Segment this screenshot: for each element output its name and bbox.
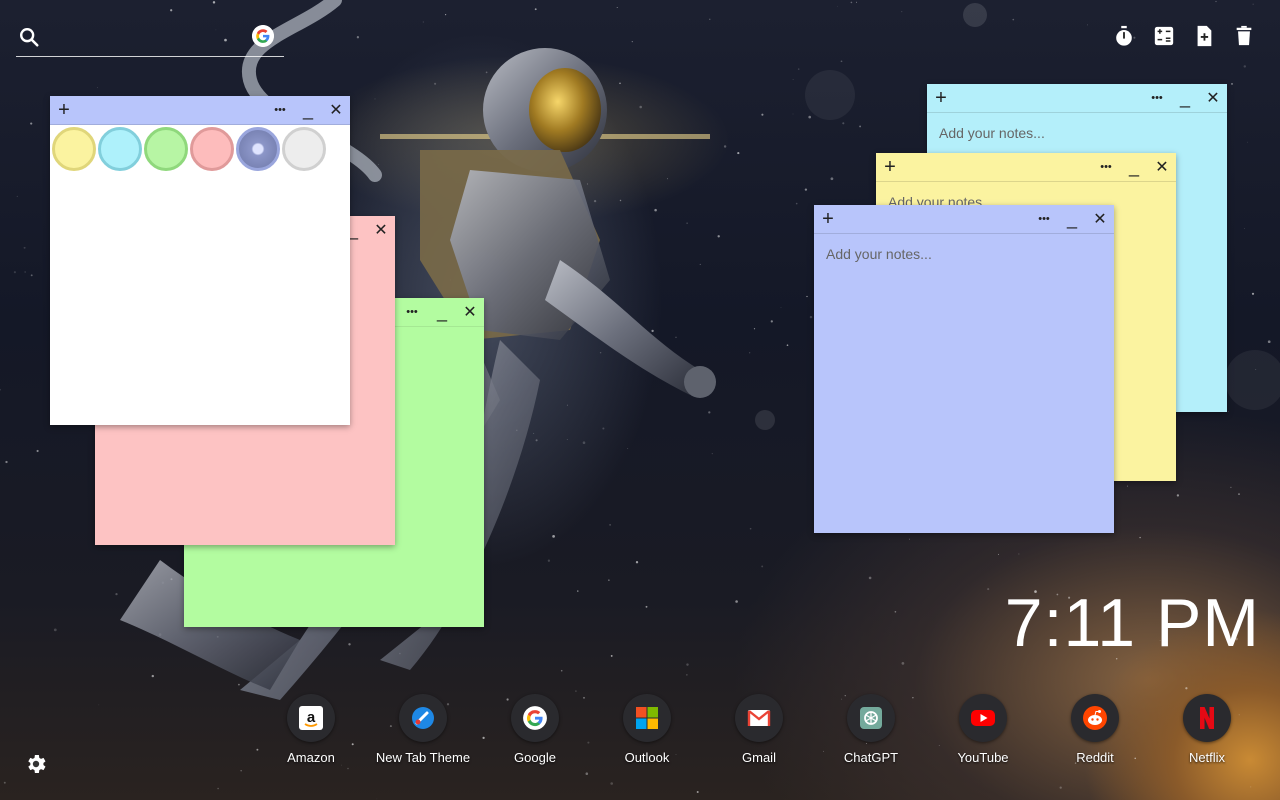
- netflix-icon: [1183, 694, 1231, 742]
- color-swatch-periwinkle[interactable]: [236, 127, 280, 171]
- note-header: + ••• _ ✕: [927, 84, 1227, 113]
- note-add-button[interactable]: +: [816, 205, 840, 233]
- shortcut-gmail[interactable]: Gmail: [703, 694, 815, 765]
- shortcut-youtube[interactable]: YouTube: [927, 694, 1039, 765]
- note-header: + ••• _ ✕: [814, 205, 1114, 234]
- amazon-icon: a: [287, 694, 335, 742]
- google-search-icon[interactable]: [252, 25, 274, 47]
- shortcut-reddit[interactable]: Reddit: [1039, 694, 1151, 765]
- note-text-area[interactable]: [814, 234, 1114, 524]
- note-add-button[interactable]: +: [878, 153, 902, 181]
- note-menu-button[interactable]: •••: [400, 298, 424, 326]
- youtube-icon: [959, 694, 1007, 742]
- shortcut-label: Gmail: [742, 750, 776, 765]
- note-minimize-button[interactable]: _: [1122, 153, 1146, 181]
- note-menu-button[interactable]: •••: [1094, 153, 1118, 181]
- color-swatch-green[interactable]: [144, 127, 188, 171]
- note-minimize-button[interactable]: _: [296, 96, 320, 124]
- note-minimize-button[interactable]: _: [1060, 205, 1084, 233]
- note-minimize-button[interactable]: _: [1173, 84, 1197, 112]
- timer-icon[interactable]: [1112, 24, 1136, 48]
- clock: 7:11 PM: [1004, 585, 1260, 661]
- note-input[interactable]: [824, 244, 1108, 518]
- note-close-button[interactable]: ✕: [369, 216, 393, 244]
- chatgpt-icon: [847, 694, 895, 742]
- note-close-button[interactable]: ✕: [458, 298, 482, 326]
- shortcut-label: ChatGPT: [843, 750, 899, 765]
- shortcut-label: Netflix: [1188, 750, 1226, 765]
- shortcut-google[interactable]: Google: [479, 694, 591, 765]
- color-swatch-pink[interactable]: [190, 127, 234, 171]
- note-add-button[interactable]: +: [52, 96, 76, 124]
- add-note-icon[interactable]: [1192, 24, 1216, 48]
- search-bar: [16, 22, 284, 57]
- shortcut-label: YouTube: [957, 750, 1009, 765]
- color-palette: [50, 125, 350, 171]
- shortcut-label: Amazon: [287, 750, 335, 765]
- note-close-button[interactable]: ✕: [1088, 205, 1112, 233]
- note-add-button[interactable]: +: [929, 84, 953, 112]
- note-menu-button[interactable]: •••: [268, 96, 292, 124]
- sticky-note-periwinkle[interactable]: + ••• _ ✕: [814, 205, 1114, 533]
- gear-icon: [28, 755, 46, 773]
- shortcuts-dock: a Amazon New Tab Theme Google Outlook Gm…: [255, 694, 1265, 774]
- search-icon[interactable]: [18, 26, 40, 48]
- svg-text:a: a: [307, 709, 316, 726]
- sticky-note-white[interactable]: + ••• _ ✕: [50, 96, 350, 425]
- trash-icon[interactable]: [1232, 24, 1256, 48]
- outlook-icon: [623, 694, 671, 742]
- google-icon: [511, 694, 559, 742]
- note-header: + ••• _ ✕: [50, 96, 350, 125]
- gmail-icon: [735, 694, 783, 742]
- note-header: + ••• _ ✕: [876, 153, 1176, 182]
- note-close-button[interactable]: ✕: [324, 96, 348, 124]
- shortcut-chatgpt[interactable]: ChatGPT: [815, 694, 927, 765]
- reddit-icon: [1071, 694, 1119, 742]
- shortcut-label: New Tab Theme: [375, 750, 471, 765]
- settings-button[interactable]: [24, 752, 48, 776]
- shortcut-netflix[interactable]: Netflix: [1151, 694, 1263, 765]
- color-swatch-cyan[interactable]: [98, 127, 142, 171]
- note-minimize-button[interactable]: _: [430, 298, 454, 326]
- shortcut-label: Reddit: [1076, 750, 1114, 765]
- note-menu-button[interactable]: •••: [1145, 84, 1169, 112]
- new-tab-theme-icon: [399, 694, 447, 742]
- shortcut-amazon[interactable]: a Amazon: [255, 694, 367, 765]
- search-input[interactable]: [48, 26, 252, 50]
- note-close-button[interactable]: ✕: [1201, 84, 1225, 112]
- color-swatch-yellow[interactable]: [52, 127, 96, 171]
- shortcut-outlook[interactable]: Outlook: [591, 694, 703, 765]
- shortcut-label: Google: [514, 750, 556, 765]
- shortcut-new-tab-theme[interactable]: New Tab Theme: [367, 694, 479, 765]
- color-swatch-light-gray[interactable]: [282, 127, 326, 171]
- note-close-button[interactable]: ✕: [1150, 153, 1174, 181]
- top-toolbar: [1112, 24, 1256, 48]
- note-menu-button[interactable]: •••: [1032, 205, 1056, 233]
- shortcut-label: Outlook: [624, 750, 670, 765]
- calculator-icon[interactable]: [1152, 24, 1176, 48]
